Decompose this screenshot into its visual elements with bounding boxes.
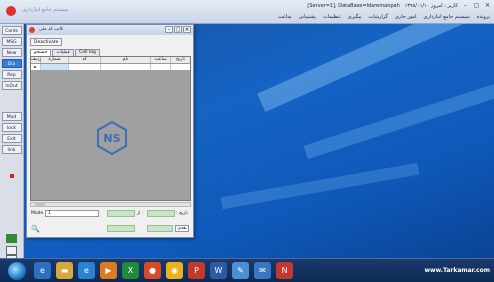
tab-bar: جستجو عملیات Call log [30, 49, 101, 56]
binoculars-icon[interactable]: 🔍 [31, 225, 40, 233]
status-icon[interactable] [6, 234, 17, 243]
ie-icon[interactable]: e [34, 262, 51, 279]
toolbar-button-dia[interactable]: Dia [1, 59, 22, 68]
chrome-icon[interactable]: ◉ [166, 262, 183, 279]
menu-item[interactable]: ساعت [278, 14, 292, 20]
quick-access-toolbar[interactable]: سیستم جامع انبارداری [22, 7, 68, 13]
column-header[interactable]: ساعت [151, 57, 171, 63]
tab-search[interactable]: جستجو [30, 49, 52, 56]
desktop-light-streak [220, 162, 420, 210]
tab-call-log[interactable]: Call log [75, 49, 100, 56]
toolbar-button-exit[interactable]: Exit [1, 134, 22, 143]
menu-item[interactable]: پرونده [477, 14, 490, 20]
mode-field[interactable]: 1 [45, 210, 99, 217]
tray-watermark-text: www.Tarkamar.com [424, 267, 490, 274]
table-cell[interactable] [101, 64, 151, 70]
main-titlebar: سیستم جامع انبارداری [Server=1], DataBas… [0, 0, 494, 24]
powerpoint-icon[interactable]: P [188, 262, 205, 279]
horizontal-scrollbar[interactable] [30, 202, 191, 207]
toolbar-button-msg[interactable]: MSG [1, 37, 22, 46]
column-header[interactable]: ردیف [31, 57, 41, 63]
column-header[interactable]: تاریخ [171, 57, 190, 63]
menu-bar: پرونده سیستم جامع انبارداری امور جاری گز… [278, 14, 490, 20]
table-cell[interactable] [151, 64, 171, 70]
toolbar-button-mod[interactable]: Mod [1, 112, 22, 121]
data-grid[interactable]: ردیف شماره کد نام ساعت تاریخ ► NS [30, 56, 191, 201]
child-window-controls: – ▢ ✕ [165, 26, 191, 33]
toolbar-button-rep[interactable]: Rep [1, 70, 22, 79]
toolbar-button-inout[interactable]: InOut [1, 81, 22, 90]
window-title: [Server=1], DataBase=Idaremanpah کاربر :… [307, 3, 458, 9]
tab-operations[interactable]: عملیات [52, 49, 75, 56]
maximize-icon[interactable]: ▢ [174, 26, 182, 33]
next-button[interactable]: بعدی [175, 225, 189, 232]
media-player-icon[interactable]: ▶ [100, 262, 117, 279]
close-icon[interactable]: ✕ [483, 2, 492, 10]
column-header[interactable]: کد [69, 57, 101, 63]
ns-watermark-logo: NS [97, 121, 127, 155]
desktop-light-streak [303, 74, 494, 160]
table-cell[interactable] [41, 64, 69, 70]
app-icon[interactable]: ● [144, 262, 161, 279]
toolbar-button-new[interactable]: New [1, 48, 22, 57]
menu-item[interactable]: تنظیمات [323, 14, 341, 20]
child-titlebar: کاتب کد ملی – ▢ ✕ [27, 25, 193, 35]
menu-item[interactable]: پیگیری [348, 14, 362, 20]
mode-label: Mode : [31, 211, 47, 216]
paint-icon[interactable]: ✎ [232, 262, 249, 279]
row-indicator-icon: ► [31, 64, 41, 70]
menu-item[interactable]: پشتیبانی [299, 14, 316, 20]
date-to-field[interactable] [147, 210, 175, 217]
taskbar-apps: e ▬ e ▶ X ● ◉ P W ✎ ✉ N [34, 262, 293, 279]
menu-item[interactable]: گزارشات [369, 14, 388, 20]
window-icon [29, 27, 35, 33]
date-from-field[interactable] [107, 210, 135, 217]
child-window: کاتب کد ملی – ▢ ✕ Deactivate جستجو عملیا… [26, 24, 194, 238]
window-controls: – ▢ ✕ [461, 2, 492, 10]
watermark-text: NS [103, 132, 120, 145]
table-cell[interactable] [171, 64, 190, 70]
menu-item[interactable]: سیستم جامع انبارداری [423, 14, 469, 20]
browser-icon[interactable]: e [78, 262, 95, 279]
minimize-icon[interactable]: – [461, 2, 470, 10]
menu-item[interactable]: امور جاری [395, 14, 417, 20]
mail-icon[interactable]: ✉ [254, 262, 271, 279]
grid-header: ردیف شماره کد نام ساعت تاریخ [31, 57, 190, 64]
scrollbar-thumb[interactable] [35, 203, 45, 206]
table-cell[interactable] [69, 64, 101, 70]
excel-icon[interactable]: X [122, 262, 139, 279]
close-icon[interactable]: ✕ [183, 26, 191, 33]
word-icon[interactable]: W [210, 262, 227, 279]
date-from-label: از : [137, 211, 144, 216]
minimize-icon[interactable]: – [165, 26, 173, 33]
start-button-icon[interactable] [8, 262, 26, 280]
deactivate-button[interactable]: Deactivate [30, 38, 63, 46]
filter-field[interactable] [147, 225, 173, 232]
table-row[interactable]: ► [31, 64, 190, 70]
left-toolbar: Cards MSG New Dia Rep InOut Mod lock Exi… [0, 24, 24, 264]
maximize-icon[interactable]: ▢ [472, 2, 481, 10]
date-to-label: : تاریخ [176, 211, 188, 216]
app-logo-icon[interactable] [6, 6, 16, 16]
column-header[interactable]: شماره [41, 57, 69, 63]
toolbar-button-cards[interactable]: Cards [1, 26, 22, 35]
folder-icon[interactable]: ▬ [56, 262, 73, 279]
filter-field[interactable] [107, 225, 135, 232]
column-header[interactable]: نام [101, 57, 151, 63]
toolbar-button-link[interactable]: link [1, 145, 22, 154]
taskbar: e ▬ e ▶ X ● ◉ P W ✎ ✉ N www.Tarkamar.com [0, 258, 494, 282]
ns-app-icon[interactable]: N [276, 262, 293, 279]
alert-marker [10, 174, 14, 178]
child-window-title: کاتب کد ملی [39, 27, 64, 32]
toolbar-button-lock[interactable]: lock [1, 123, 22, 132]
page-icon[interactable] [6, 246, 17, 255]
